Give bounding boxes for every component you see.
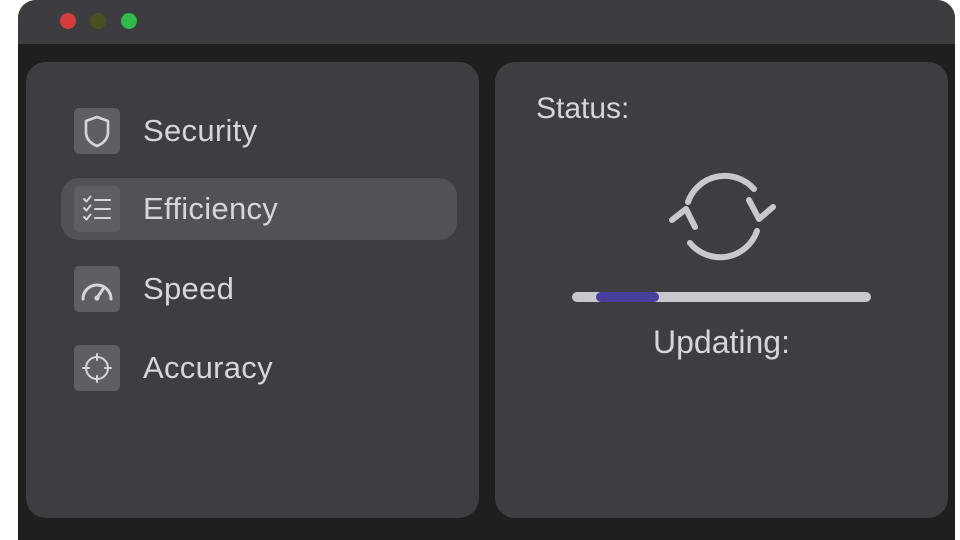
- sidebar-item-label: Security: [143, 113, 258, 148]
- maximize-window-button[interactable]: [121, 13, 137, 29]
- sync-icon: [655, 166, 785, 266]
- title-bar: [18, 0, 955, 44]
- close-window-button[interactable]: [60, 13, 76, 29]
- sidebar-panel: Security Efficiency Speed Accuracy: [26, 62, 479, 518]
- checklist-icon: [74, 186, 120, 232]
- minimize-window-button[interactable]: [90, 13, 106, 29]
- sidebar-item-label: Speed: [143, 271, 235, 306]
- status-label: Status:: [536, 92, 630, 125]
- speedometer-icon: [74, 266, 120, 312]
- update-progress-bar: [572, 292, 871, 302]
- sidebar-item-accuracy[interactable]: Accuracy: [61, 337, 457, 399]
- app-window: Security Efficiency Speed Accuracy Statu…: [18, 0, 955, 540]
- updating-label: Updating:: [653, 324, 790, 360]
- shield-icon: [74, 108, 120, 154]
- sidebar-item-security[interactable]: Security: [61, 100, 457, 162]
- status-panel: Status: Updating:: [495, 62, 948, 518]
- sidebar-item-efficiency[interactable]: Efficiency: [61, 178, 457, 240]
- sidebar-item-label: Efficiency: [143, 191, 279, 226]
- crosshair-icon: [74, 345, 120, 391]
- update-progress-fill: [596, 292, 659, 302]
- sidebar-item-label: Accuracy: [143, 350, 273, 385]
- sidebar-item-speed[interactable]: Speed: [61, 258, 457, 320]
